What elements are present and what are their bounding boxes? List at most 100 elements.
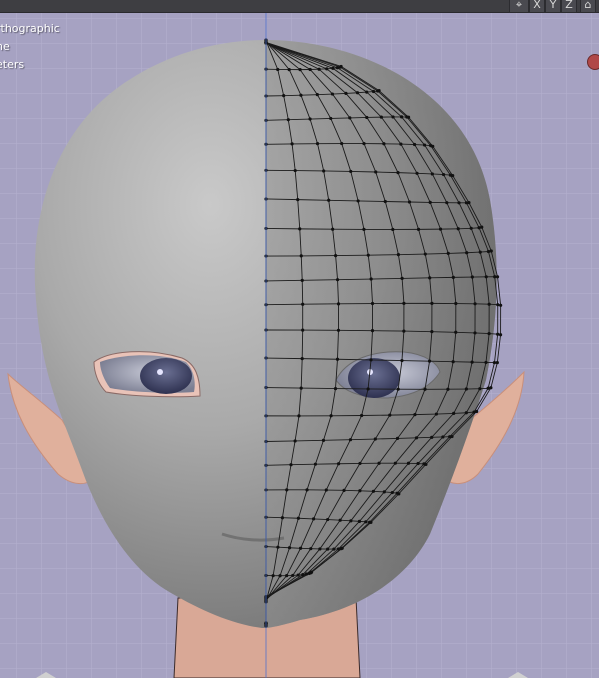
- mesh-vertex: [445, 201, 449, 205]
- 3d-viewport[interactable]: ⌖ X Y Z ⌂ rthographic ne eters: [0, 0, 599, 678]
- mesh-vertex: [451, 173, 455, 178]
- mesh-vertex: [374, 170, 378, 174]
- mesh-vertex: [298, 546, 303, 550]
- mesh-vertex: [484, 360, 488, 365]
- mesh-vertex: [309, 547, 313, 551]
- viewport-info-text: rthographic ne eters: [0, 20, 60, 74]
- mesh-vertex: [308, 67, 312, 72]
- mesh-vertex: [358, 461, 362, 466]
- mesh-vertex: [369, 520, 373, 524]
- view-mode-label: rthographic: [0, 22, 60, 35]
- mesh-vertex: [301, 302, 305, 306]
- mesh-vertex: [470, 275, 474, 279]
- mesh-vertex: [477, 226, 481, 230]
- mesh-vertex: [358, 489, 362, 493]
- mesh-vertex: [424, 462, 428, 466]
- object-name-label: ne: [0, 40, 10, 53]
- mesh-vertex: [296, 198, 300, 202]
- left-eye-highlight: [157, 369, 163, 375]
- mesh-vertex: [366, 387, 370, 391]
- view-home-icon[interactable]: ⌂: [580, 0, 596, 13]
- mesh-vertex: [431, 144, 435, 148]
- mesh-vertex: [299, 386, 303, 390]
- mesh-vertex: [318, 547, 322, 551]
- mesh-vertex: [291, 573, 295, 578]
- mesh-vertex: [276, 545, 280, 549]
- mesh-vertex: [452, 411, 456, 416]
- mesh-vertex: [335, 66, 340, 70]
- mesh-vertex: [334, 253, 338, 258]
- mesh-vertex: [305, 488, 309, 492]
- mesh-vertex: [382, 142, 386, 146]
- mesh-vertex: [333, 386, 338, 391]
- mesh-vertex: [422, 143, 427, 147]
- mesh-vertex: [322, 169, 326, 173]
- mesh-vertex: [325, 67, 329, 71]
- mesh-vertex: [496, 303, 500, 307]
- mesh-vertex: [332, 547, 336, 551]
- mesh-vertex: [300, 278, 304, 282]
- mesh-vertex: [402, 329, 406, 333]
- viewport-scene[interactable]: [0, 0, 599, 678]
- mesh-vertex: [470, 360, 474, 364]
- mesh-vertex: [370, 301, 375, 306]
- mesh-vertex: [399, 142, 403, 146]
- mesh-vertex: [499, 303, 503, 307]
- axis-y-button[interactable]: Y: [545, 0, 561, 13]
- mesh-vertex: [428, 276, 432, 280]
- mesh-vertex: [402, 301, 406, 305]
- mesh-vertex: [434, 412, 439, 416]
- mesh-vertex: [276, 67, 280, 72]
- mesh-vertex: [293, 168, 297, 173]
- units-label: eters: [0, 58, 25, 71]
- mesh-vertex: [473, 302, 477, 306]
- mesh-vertex: [280, 516, 285, 520]
- mesh-vertex: [487, 331, 491, 336]
- mesh-vertex: [360, 413, 364, 418]
- mesh-vertex: [329, 116, 333, 121]
- mesh-vertex: [298, 227, 302, 231]
- mesh-vertex: [451, 360, 455, 364]
- mesh-vertex: [415, 171, 419, 175]
- mesh-vertex: [396, 171, 400, 175]
- mesh-vertex: [339, 64, 343, 69]
- mesh-vertex: [287, 68, 291, 72]
- mesh-vertex: [324, 488, 328, 492]
- mesh-vertex: [379, 115, 383, 119]
- mesh-vertex: [400, 276, 404, 281]
- mesh-vertex: [423, 387, 427, 391]
- mesh-vertex: [451, 275, 455, 279]
- mesh-vertex: [348, 116, 352, 120]
- mesh-vertex: [370, 329, 375, 333]
- mesh-vertex: [498, 333, 503, 337]
- mesh-vertex: [321, 438, 326, 442]
- mesh-vertex: [383, 199, 387, 204]
- right-iris: [348, 358, 400, 398]
- mesh-vertex: [397, 492, 401, 496]
- mesh-vertex: [399, 115, 404, 119]
- mesh-vertex: [414, 436, 419, 440]
- gizmo-icon[interactable]: ⌖: [509, 0, 529, 13]
- mesh-vertex: [282, 94, 286, 98]
- mesh-vertex: [475, 409, 479, 414]
- mesh-vertex: [396, 253, 401, 257]
- mesh-vertex: [430, 435, 434, 439]
- mesh-vertex: [287, 546, 292, 550]
- axis-x-button[interactable]: X: [529, 0, 545, 13]
- mesh-vertex: [364, 520, 368, 524]
- mesh-vertex: [465, 251, 469, 255]
- mesh-vertex: [299, 93, 303, 97]
- mesh-vertex: [377, 89, 381, 93]
- mesh-vertex: [473, 331, 477, 335]
- mesh-vertex: [373, 437, 377, 441]
- mesh-vertex: [336, 462, 341, 466]
- axis-z-button[interactable]: Z: [561, 0, 577, 13]
- mesh-vertex: [289, 463, 293, 467]
- mesh-vertex: [371, 89, 376, 94]
- record-dot-icon[interactable]: [587, 54, 599, 70]
- mesh-vertex: [464, 411, 468, 415]
- mesh-vertex: [486, 249, 491, 254]
- mesh-vertex: [335, 357, 340, 361]
- mesh-vertex: [487, 302, 491, 306]
- mesh-vertex: [371, 489, 376, 493]
